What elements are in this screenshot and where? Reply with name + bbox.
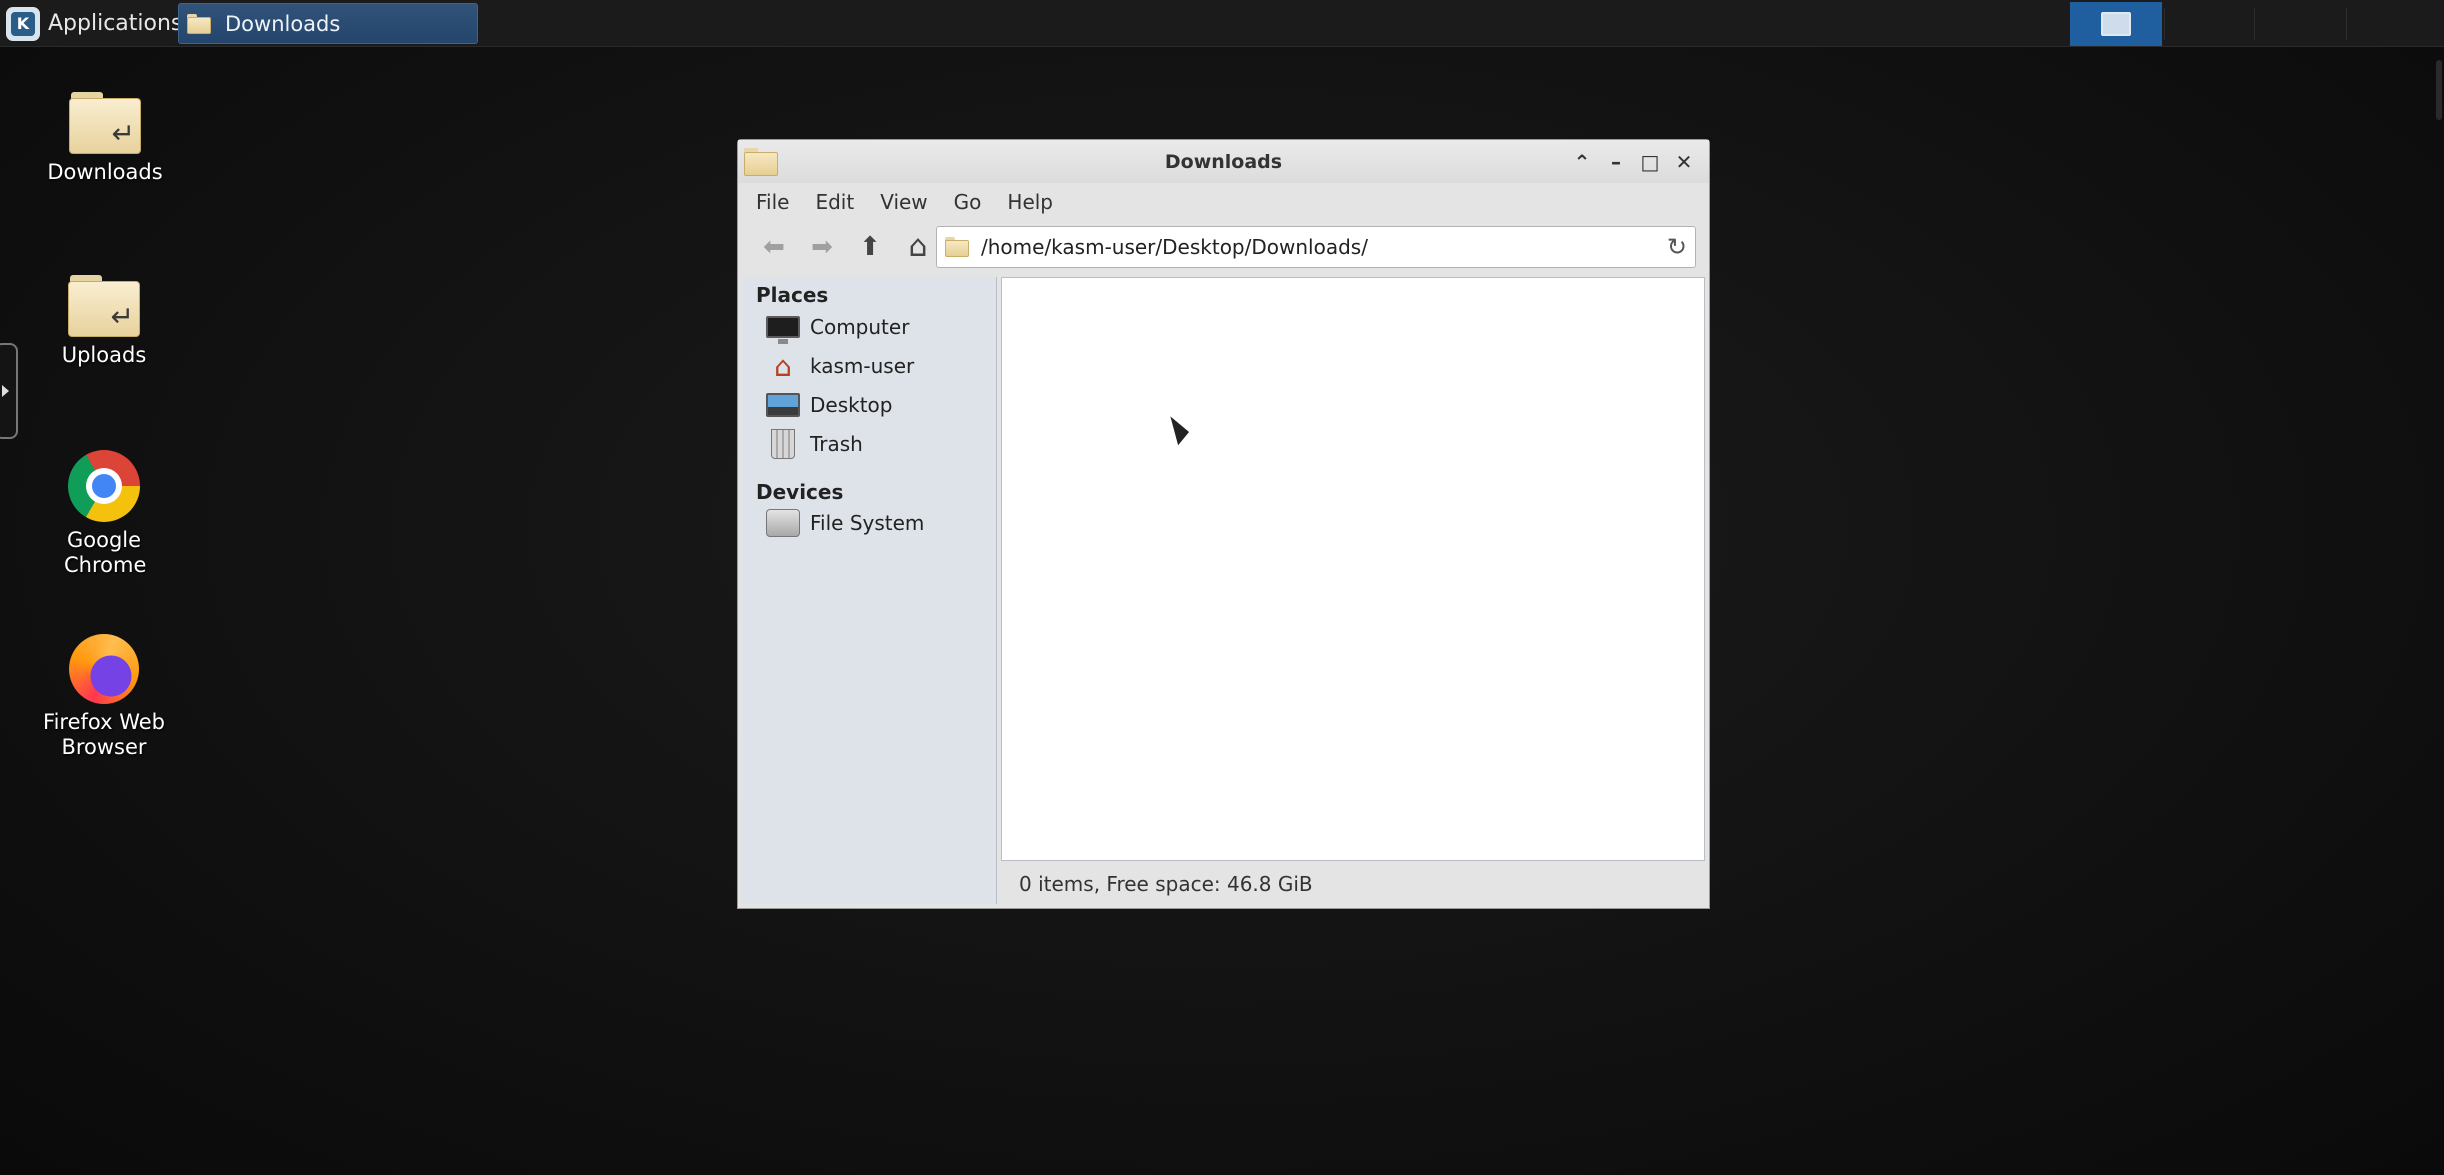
chrome-icon (68, 450, 140, 522)
desktop-icon-label: Google Chrome (64, 528, 147, 577)
menu-go[interactable]: Go (941, 186, 995, 218)
desktop-icon-firefox[interactable]: Firefox Web Browser (14, 634, 194, 760)
menu-view[interactable]: View (867, 186, 940, 218)
statusbar: 0 items, Free space: 46.8 GiB (1019, 872, 1313, 896)
home-icon: ⌂ (908, 229, 928, 264)
side-panel-handle[interactable] (0, 343, 18, 439)
desktop-icon-downloads[interactable]: ↵ Downloads (15, 92, 195, 185)
taskbar-downloads-button[interactable]: Downloads (178, 3, 478, 44)
home-button[interactable]: ⌂ (898, 227, 938, 267)
panel-divider (2254, 8, 2255, 40)
applications-label: Applications (48, 11, 183, 36)
sidebar-item-computer[interactable]: Computer (766, 310, 909, 344)
computer-icon (766, 316, 800, 344)
sidebar-item-label: kasm-user (810, 354, 915, 378)
location-path: /home/kasm-user/Desktop/Downloads/ (981, 235, 1368, 259)
desktop-icon-label: Downloads (47, 160, 163, 184)
desktop-icon-label: Uploads (61, 343, 147, 367)
workspace-switcher[interactable] (2070, 2, 2162, 46)
sidebar-heading-places: Places (756, 283, 829, 307)
folder-link-icon: ↵ (69, 92, 141, 154)
panel-divider (2346, 8, 2347, 40)
sidebar: Places Computer ⌂ kasm-user Desktop Tras… (742, 277, 997, 904)
sidebar-item-file-system[interactable]: File System (766, 506, 924, 540)
location-bar[interactable]: /home/kasm-user/Desktop/Downloads/ ↻ (936, 226, 1696, 268)
desktop-icon-label: Firefox Web Browser (43, 710, 165, 759)
window-content: Places Computer ⌂ kasm-user Desktop Tras… (742, 277, 1705, 904)
file-view[interactable] (1001, 277, 1705, 861)
folder-icon (187, 13, 211, 34)
hard-drive-icon (766, 509, 800, 537)
desktop-icon (766, 393, 800, 417)
firefox-icon (69, 634, 139, 704)
workspace-window-icon (2101, 12, 2131, 36)
arrow-left-icon: ⬅ (763, 231, 785, 262)
file-manager-window: Downloads ⌃ – □ ✕ File Edit View Go Help… (737, 139, 1710, 909)
sidebar-heading-devices: Devices (756, 480, 844, 504)
desktop-icon-google-chrome[interactable]: Google Chrome (14, 450, 194, 578)
sidebar-item-label: Computer (810, 315, 910, 339)
forward-button[interactable]: ➡ (802, 227, 842, 267)
up-button[interactable]: ⬆ (850, 227, 890, 267)
trash-icon (771, 429, 795, 459)
menu-file[interactable]: File (743, 186, 802, 218)
folder-link-icon: ↵ (68, 275, 140, 337)
sidebar-item-label: Desktop (810, 393, 893, 417)
window-titlebar[interactable]: Downloads ⌃ – □ ✕ (738, 140, 1709, 183)
maximize-button[interactable]: □ (1633, 148, 1667, 176)
close-button[interactable]: ✕ (1667, 148, 1701, 176)
applications-menu[interactable]: K Applications ≡ (0, 0, 201, 47)
sidebar-item-desktop[interactable]: Desktop (766, 388, 892, 422)
menu-edit[interactable]: Edit (802, 186, 867, 218)
sidebar-item-trash[interactable]: Trash (766, 427, 863, 461)
reload-icon[interactable]: ↻ (1667, 233, 1687, 261)
menu-help[interactable]: Help (994, 186, 1066, 218)
minimize-button[interactable]: – (1599, 148, 1633, 176)
arrow-up-icon: ⬆ (859, 231, 881, 262)
folder-icon (945, 237, 969, 257)
window-title: Downloads (1164, 151, 1283, 173)
back-button[interactable]: ⬅ (754, 227, 794, 267)
sidebar-item-label: File System (810, 511, 925, 535)
shade-button[interactable]: ⌃ (1565, 148, 1599, 176)
menubar: File Edit View Go Help (738, 183, 1709, 221)
sidebar-item-label: Trash (810, 432, 863, 456)
taskbar-downloads-label: Downloads (225, 11, 341, 36)
home-folder-icon: ⌂ (774, 349, 792, 383)
kasm-logo-icon: K (6, 6, 40, 41)
desktop-scroll-indicator (2436, 60, 2442, 120)
toolbar: ⬅ ➡ ⬆ ⌂ /home/kasm-user/Desktop/Download… (738, 221, 1709, 272)
desktop-icon-uploads[interactable]: ↵ Uploads (14, 275, 194, 368)
sidebar-item-kasm-user[interactable]: ⌂ kasm-user (766, 349, 914, 383)
top-panel: K Applications ≡ Downloads (0, 0, 2444, 47)
panel-divider (2164, 8, 2165, 40)
arrow-right-icon: ➡ (811, 231, 833, 262)
